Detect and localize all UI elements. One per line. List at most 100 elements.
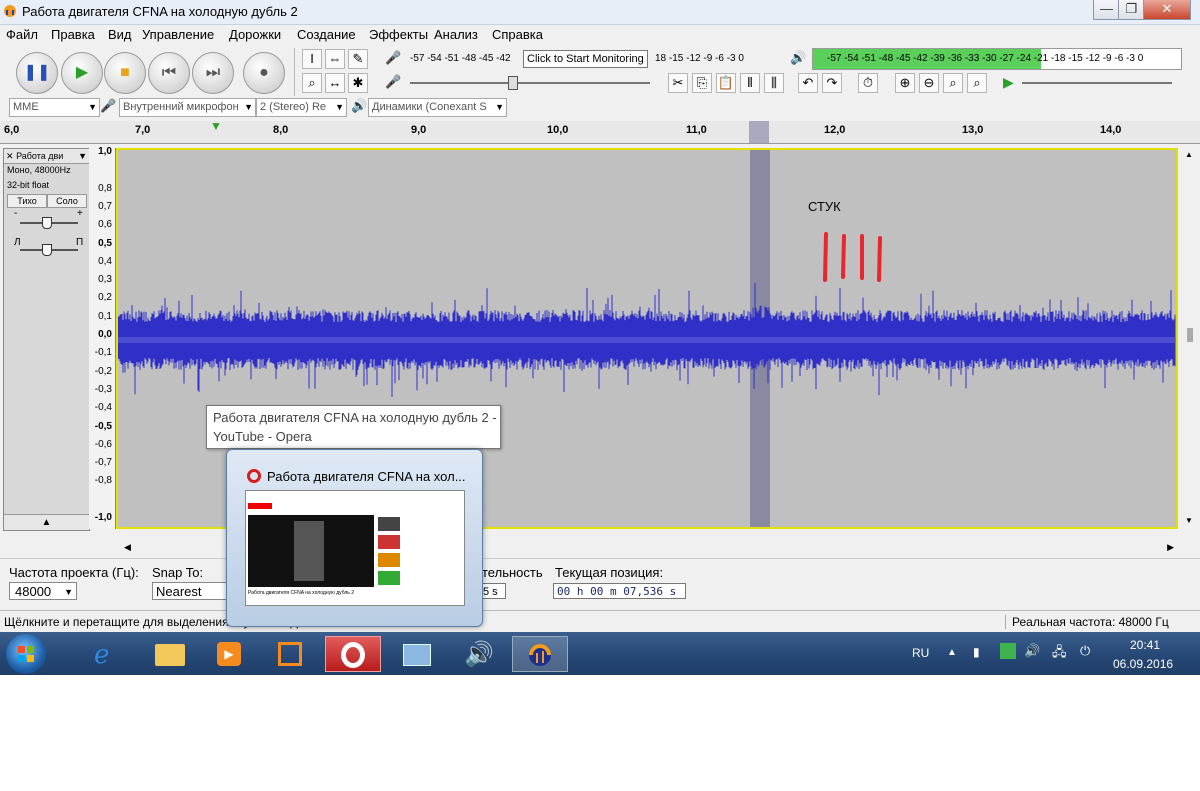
network-icon[interactable]: 🖧	[1052, 643, 1067, 665]
snap-to-select[interactable]: Nearest	[152, 582, 228, 600]
menu-analyze[interactable]: Анализ	[434, 27, 478, 42]
skip-start-button[interactable]: ⏮	[148, 52, 190, 94]
recording-device-select[interactable]: Внутренний микрофон ▼	[119, 98, 256, 117]
draw-tool-icon[interactable]: ✎	[348, 49, 368, 69]
undo-icon[interactable]: ↶	[798, 73, 818, 93]
record-volume-thumb[interactable]	[508, 76, 518, 90]
mute-button[interactable]: Тихо	[7, 194, 47, 208]
language-indicator[interactable]: RU	[912, 646, 929, 660]
redo-icon[interactable]: ↷	[822, 73, 842, 93]
fit-selection-icon[interactable]: ⌕	[943, 73, 963, 93]
taskbar-thumbnail-preview[interactable]: Работа двигателя CFNA на хол... Работа д…	[226, 449, 483, 627]
paste-icon[interactable]: 📋	[716, 73, 736, 93]
toolbar-separator	[294, 48, 295, 96]
project-rate-select[interactable]: 48000 ▼	[9, 582, 77, 600]
close-track-icon[interactable]: ✕	[4, 151, 14, 161]
amplitude-tick-label: 0,2	[98, 292, 112, 304]
ie-taskbar-button[interactable]: e	[80, 636, 136, 672]
play-button[interactable]: ▶	[61, 52, 103, 94]
clock-time[interactable]: 20:41	[1130, 638, 1160, 652]
menu-help[interactable]: Справка	[492, 27, 543, 42]
tray-app-icon[interactable]	[1000, 643, 1016, 659]
scroll-right-icon[interactable]: ▶	[1167, 542, 1174, 553]
audio-host-select[interactable]: MME ▼	[9, 98, 100, 117]
playback-meter-scale: -57 -54 -51 -48 -45 -42 -39 -36 -33 -30 …	[827, 53, 1144, 64]
menu-view[interactable]: Вид	[108, 27, 132, 42]
tiles-taskbar-button[interactable]	[264, 636, 320, 672]
title-bar: Работа двигателя CFNA на холодную дубль …	[0, 0, 1200, 25]
audacity-taskbar-button[interactable]	[512, 636, 568, 672]
chevron-down-icon: ▼	[335, 102, 344, 112]
vertical-scrollbar[interactable]: ▲ ▼	[1182, 148, 1198, 529]
menu-tracks[interactable]: Дорожки	[229, 27, 281, 42]
playback-device-select[interactable]: Динамики (Conexant S ▼	[368, 98, 507, 117]
play-speed-slider[interactable]	[1022, 82, 1172, 84]
collapse-track-button[interactable]: ▲	[4, 514, 89, 530]
channels-select[interactable]: 2 (Stereo) Re ▼	[256, 98, 347, 117]
track-name-bar[interactable]: ✕ Работа дви ▼	[4, 149, 89, 164]
power-icon[interactable]: ⏻	[1080, 643, 1090, 659]
envelope-tool-icon[interactable]: ⇔	[325, 49, 345, 69]
explorer-taskbar-button[interactable]	[143, 636, 199, 672]
record-meter-scale[interactable]: -57 -54 -51 -48 -45 -42	[410, 51, 525, 67]
window-title-tooltip: Работа двигателя CFNA на холодную дубль …	[206, 405, 501, 449]
annotation-marks	[823, 232, 882, 282]
media-player-taskbar-button[interactable]: ▶	[203, 636, 259, 672]
menu-effects[interactable]: Эффекты	[369, 27, 428, 42]
silence-icon[interactable]: ⫼	[764, 73, 784, 93]
snap-to-label: Snap To:	[152, 565, 204, 580]
network-taskbar-button[interactable]	[389, 636, 445, 672]
pan-slider-thumb[interactable]	[42, 244, 52, 256]
video-engine-image	[294, 521, 324, 581]
position-field[interactable]: 00 h 00 m 07,536 s	[553, 583, 686, 599]
menu-edit[interactable]: Правка	[51, 27, 95, 42]
opera-taskbar-button[interactable]	[325, 636, 381, 672]
volume-icon[interactable]: 🔊	[1024, 643, 1040, 659]
skip-end-button[interactable]: ⏭	[192, 52, 234, 94]
menu-control[interactable]: Управление	[142, 27, 214, 42]
signal-icon[interactable]: ▮	[973, 645, 980, 659]
clock-date[interactable]: 06.09.2016	[1113, 657, 1173, 671]
timeshift-tool-icon[interactable]: ↔	[325, 73, 345, 93]
record-volume-slider[interactable]	[410, 82, 650, 84]
scroll-thumb[interactable]	[1187, 328, 1193, 342]
sync-lock-icon[interactable]: ⏱	[858, 73, 878, 93]
selection-tool-icon[interactable]: I	[302, 49, 322, 69]
volume-app-taskbar-button[interactable]: 🔊	[450, 636, 506, 672]
trim-icon[interactable]: ⫴	[740, 73, 760, 93]
record-button[interactable]: ●	[243, 52, 285, 94]
solo-button[interactable]: Соло	[47, 194, 87, 208]
timeline-ruler[interactable]: 6,0 7,0 8,0 9,0 10,0 11,0 12,0 13,0 14,0…	[0, 119, 1200, 144]
playhead-marker-icon[interactable]: ▼	[210, 119, 222, 133]
length-field[interactable]: 5 s	[482, 583, 506, 599]
gain-slider-thumb[interactable]	[42, 217, 52, 229]
multi-tool-icon[interactable]: ✱	[348, 73, 368, 93]
maximize-button[interactable]: ❐	[1118, 0, 1145, 20]
pause-button[interactable]: ❚❚	[16, 52, 58, 94]
scroll-up-icon[interactable]: ▲	[1185, 150, 1193, 159]
scroll-down-icon[interactable]: ▼	[1185, 516, 1193, 525]
play-at-speed-icon[interactable]: ▶	[1003, 74, 1014, 91]
playback-meter[interactable]: -57 -54 -51 -48 -45 -42 -39 -36 -33 -30 …	[812, 48, 1182, 70]
menu-generate[interactable]: Создание	[297, 27, 356, 42]
minimize-button[interactable]: —	[1093, 0, 1120, 20]
scroll-left-icon[interactable]: ◀	[124, 542, 131, 553]
zoom-tool-icon[interactable]: ⌕	[302, 73, 322, 93]
preview-thumbnail[interactable]: Работа двигателя CFNA на холодную дубль …	[245, 490, 465, 606]
fit-project-icon[interactable]: ⌕	[967, 73, 987, 93]
track-menu-chevron-icon[interactable]: ▼	[78, 149, 87, 163]
zoom-in-icon[interactable]: ⊕	[895, 73, 915, 93]
stop-button[interactable]: ■	[104, 52, 146, 94]
amplitude-tick-label: 0,3	[98, 274, 112, 286]
zoom-out-icon[interactable]: ⊖	[919, 73, 939, 93]
start-button[interactable]	[6, 634, 46, 674]
cut-icon[interactable]: ✂	[668, 73, 688, 93]
record-meter-scale-right[interactable]: 18 -15 -12 -9 -6 -3 0	[655, 51, 770, 67]
menu-file[interactable]: Файл	[6, 27, 38, 42]
copy-icon[interactable]: ⎘	[692, 73, 712, 93]
close-button[interactable]: ✕	[1143, 0, 1191, 20]
tray-expand-icon[interactable]: ▲	[947, 647, 957, 658]
ruler-label: 10,0	[547, 124, 569, 136]
menu-bar: Файл Правка Вид Управление Дорожки Созда…	[0, 25, 1200, 45]
amplitude-tick-label: 0,5	[98, 237, 112, 249]
